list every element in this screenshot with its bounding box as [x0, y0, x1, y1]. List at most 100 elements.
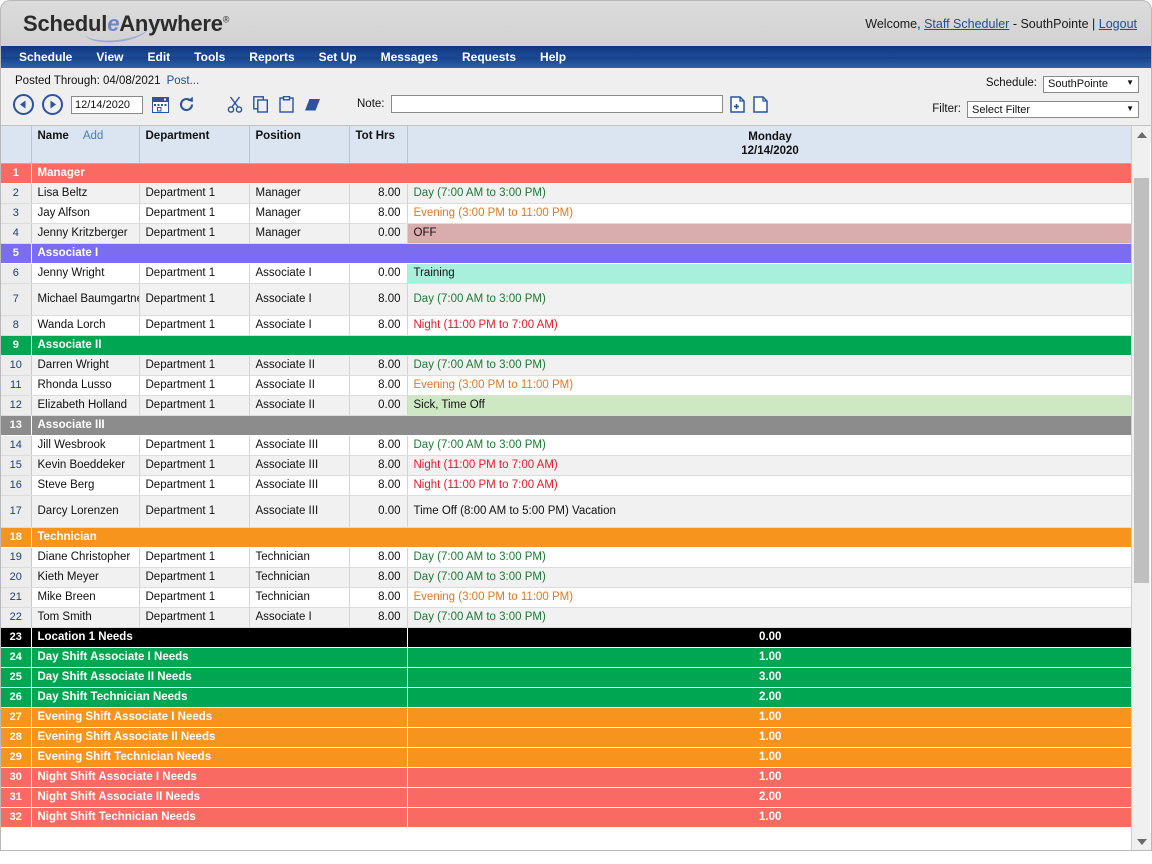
menu-item-edit[interactable]: Edit: [148, 50, 171, 64]
position-cell[interactable]: Associate II: [249, 355, 350, 376]
copy-icon[interactable]: [250, 94, 271, 115]
shift-assignment-cell[interactable]: Evening (3:00 PM to 11:00 PM): [407, 375, 1134, 396]
grid-needs-row[interactable]: 27 Evening Shift Associate I Needs 1.00: [1, 707, 1133, 728]
shift-assignment-cell[interactable]: Sick, Time Off: [407, 395, 1134, 416]
position-cell[interactable]: Associate I: [249, 263, 350, 284]
grid-staff-row[interactable]: 11 Rhonda Lusso Department 1 Associate II 8.…: [1, 375, 1134, 396]
employee-name-cell[interactable]: Steve Berg: [31, 475, 140, 496]
paste-icon[interactable]: [276, 94, 297, 115]
add-employee-link[interactable]: Add: [83, 130, 103, 142]
grid-needs-row[interactable]: 26 Day Shift Technician Needs 2.00: [1, 687, 1133, 708]
grid-staff-row[interactable]: 20 Kieth Meyer Department 1 Technician 8.00 D…: [1, 567, 1134, 588]
employee-name-cell[interactable]: Kevin Boeddeker: [31, 455, 140, 476]
grid-group-row[interactable]: 9 Associate II: [1, 335, 1133, 356]
position-cell[interactable]: Associate I: [249, 283, 350, 316]
employee-name-cell[interactable]: Elizabeth Holland: [31, 395, 140, 416]
position-cell[interactable]: Manager: [249, 203, 350, 224]
employee-name-cell[interactable]: Wanda Lorch: [31, 315, 140, 336]
menu-item-tools[interactable]: Tools: [194, 50, 225, 64]
employee-name-cell[interactable]: Mike Breen: [31, 587, 140, 608]
department-cell[interactable]: Department 1: [139, 203, 250, 224]
position-cell[interactable]: Associate III: [249, 435, 350, 456]
menu-item-requests[interactable]: Requests: [462, 50, 516, 64]
eraser-icon[interactable]: [302, 94, 323, 115]
filter-dropdown[interactable]: Select Filter ▼: [967, 100, 1139, 118]
shift-assignment-cell[interactable]: Day (7:00 AM to 3:00 PM): [407, 183, 1134, 204]
grid-needs-row[interactable]: 24 Day Shift Associate I Needs 1.00: [1, 647, 1133, 668]
grid-staff-row[interactable]: 16 Steve Berg Department 1 Associate III 8.0…: [1, 475, 1134, 496]
position-cell[interactable]: Associate II: [249, 375, 350, 396]
refresh-icon[interactable]: [176, 94, 197, 115]
department-cell[interactable]: Department 1: [139, 263, 250, 284]
schedule-select-control[interactable]: SouthPointe: [1043, 75, 1139, 93]
employee-name-cell[interactable]: Lisa Beltz: [31, 183, 140, 204]
grid-staff-row[interactable]: 2 Lisa Beltz Department 1 Manager 8.00 Day (7…: [1, 183, 1134, 204]
grid-needs-row[interactable]: 31 Night Shift Associate II Needs 2.00: [1, 787, 1133, 808]
grid-staff-row[interactable]: 7 Michael Baumgartner Department 1 Associat…: [1, 283, 1134, 316]
employee-name-cell[interactable]: Darren Wright: [31, 355, 140, 376]
previous-day-icon[interactable]: [13, 94, 34, 115]
grid-staff-row[interactable]: 19 Diane Christopher Department 1 Technicia…: [1, 547, 1134, 568]
position-cell[interactable]: Associate III: [249, 495, 350, 528]
employee-name-cell[interactable]: Diane Christopher: [31, 547, 140, 568]
position-cell[interactable]: Manager: [249, 223, 350, 244]
position-cell[interactable]: Associate III: [249, 455, 350, 476]
grid-group-row[interactable]: 13 Associate III: [1, 415, 1133, 436]
position-cell[interactable]: Associate I: [249, 607, 350, 628]
grid-staff-row[interactable]: 8 Wanda Lorch Department 1 Associate I 8.00 N…: [1, 315, 1134, 336]
scroll-up-button[interactable]: [1132, 126, 1151, 143]
employee-name-cell[interactable]: Jenny Kritzberger: [31, 223, 140, 244]
grid-staff-row[interactable]: 3 Jay Alfson Department 1 Manager 8.00 Evenin…: [1, 203, 1134, 224]
department-cell[interactable]: Department 1: [139, 223, 250, 244]
grid-group-row[interactable]: 18 Technician: [1, 527, 1133, 548]
scroll-down-button[interactable]: [1132, 833, 1151, 850]
add-note-icon[interactable]: [729, 95, 746, 113]
employee-name-cell[interactable]: Kieth Meyer: [31, 567, 140, 588]
grid-staff-row[interactable]: 15 Kevin Boeddeker Department 1 Associate I…: [1, 455, 1134, 476]
employee-name-cell[interactable]: Darcy Lorenzen: [31, 495, 140, 528]
employee-name-cell[interactable]: Jay Alfson: [31, 203, 140, 224]
post-link[interactable]: Post...: [167, 75, 200, 87]
next-day-icon[interactable]: [42, 94, 63, 115]
user-profile-link[interactable]: Staff Scheduler: [924, 17, 1009, 31]
department-cell[interactable]: Department 1: [139, 435, 250, 456]
department-cell[interactable]: Department 1: [139, 587, 250, 608]
logout-link[interactable]: Logout: [1099, 17, 1137, 31]
grid-needs-row[interactable]: 32 Night Shift Technician Needs 1.00: [1, 807, 1133, 828]
grid-vertical-scrollbar[interactable]: [1131, 126, 1151, 850]
new-note-icon[interactable]: [752, 95, 769, 113]
employee-name-cell[interactable]: Michael Baumgartner: [31, 283, 140, 316]
department-cell[interactable]: Department 1: [139, 455, 250, 476]
employee-name-cell[interactable]: Jenny Wright: [31, 263, 140, 284]
shift-assignment-cell[interactable]: Day (7:00 AM to 3:00 PM): [407, 355, 1134, 376]
shift-assignment-cell[interactable]: Training: [407, 263, 1134, 284]
department-cell[interactable]: Department 1: [139, 607, 250, 628]
department-cell[interactable]: Department 1: [139, 375, 250, 396]
grid-staff-row[interactable]: 22 Tom Smith Department 1 Associate I 8.00 Da…: [1, 607, 1134, 628]
cut-icon[interactable]: [224, 94, 245, 115]
position-cell[interactable]: Manager: [249, 183, 350, 204]
grid-staff-row[interactable]: 21 Mike Breen Department 1 Technician 8.00 Ev…: [1, 587, 1134, 608]
department-cell[interactable]: Department 1: [139, 495, 250, 528]
position-cell[interactable]: Technician: [249, 587, 350, 608]
shift-assignment-cell[interactable]: Day (7:00 AM to 3:00 PM): [407, 567, 1134, 588]
schedule-dropdown[interactable]: SouthPointe ▼: [1043, 74, 1139, 93]
shift-assignment-cell[interactable]: Evening (3:00 PM to 11:00 PM): [407, 587, 1134, 608]
shift-assignment-cell[interactable]: Night (11:00 PM to 7:00 AM): [407, 475, 1134, 496]
filter-select-control[interactable]: Select Filter: [967, 101, 1139, 118]
grid-staff-row[interactable]: 14 Jill Wesbrook Department 1 Associate III…: [1, 435, 1134, 456]
grid-staff-row[interactable]: 12 Elizabeth Holland Department 1 Associate…: [1, 395, 1134, 416]
position-cell[interactable]: Associate III: [249, 475, 350, 496]
shift-assignment-cell[interactable]: Night (11:00 PM to 7:00 AM): [407, 455, 1134, 476]
employee-name-cell[interactable]: Rhonda Lusso: [31, 375, 140, 396]
menu-item-reports[interactable]: Reports: [249, 50, 294, 64]
shift-assignment-cell[interactable]: Evening (3:00 PM to 11:00 PM): [407, 203, 1134, 224]
grid-needs-row[interactable]: 29 Evening Shift Technician Needs 1.00: [1, 747, 1133, 768]
shift-assignment-cell[interactable]: Day (7:00 AM to 3:00 PM): [407, 607, 1134, 628]
position-cell[interactable]: Technician: [249, 567, 350, 588]
position-cell[interactable]: Associate II: [249, 395, 350, 416]
employee-name-cell[interactable]: Tom Smith: [31, 607, 140, 628]
grid-needs-row[interactable]: 28 Evening Shift Associate II Needs 1.00: [1, 727, 1133, 748]
employee-name-cell[interactable]: Jill Wesbrook: [31, 435, 140, 456]
department-cell[interactable]: Department 1: [139, 475, 250, 496]
